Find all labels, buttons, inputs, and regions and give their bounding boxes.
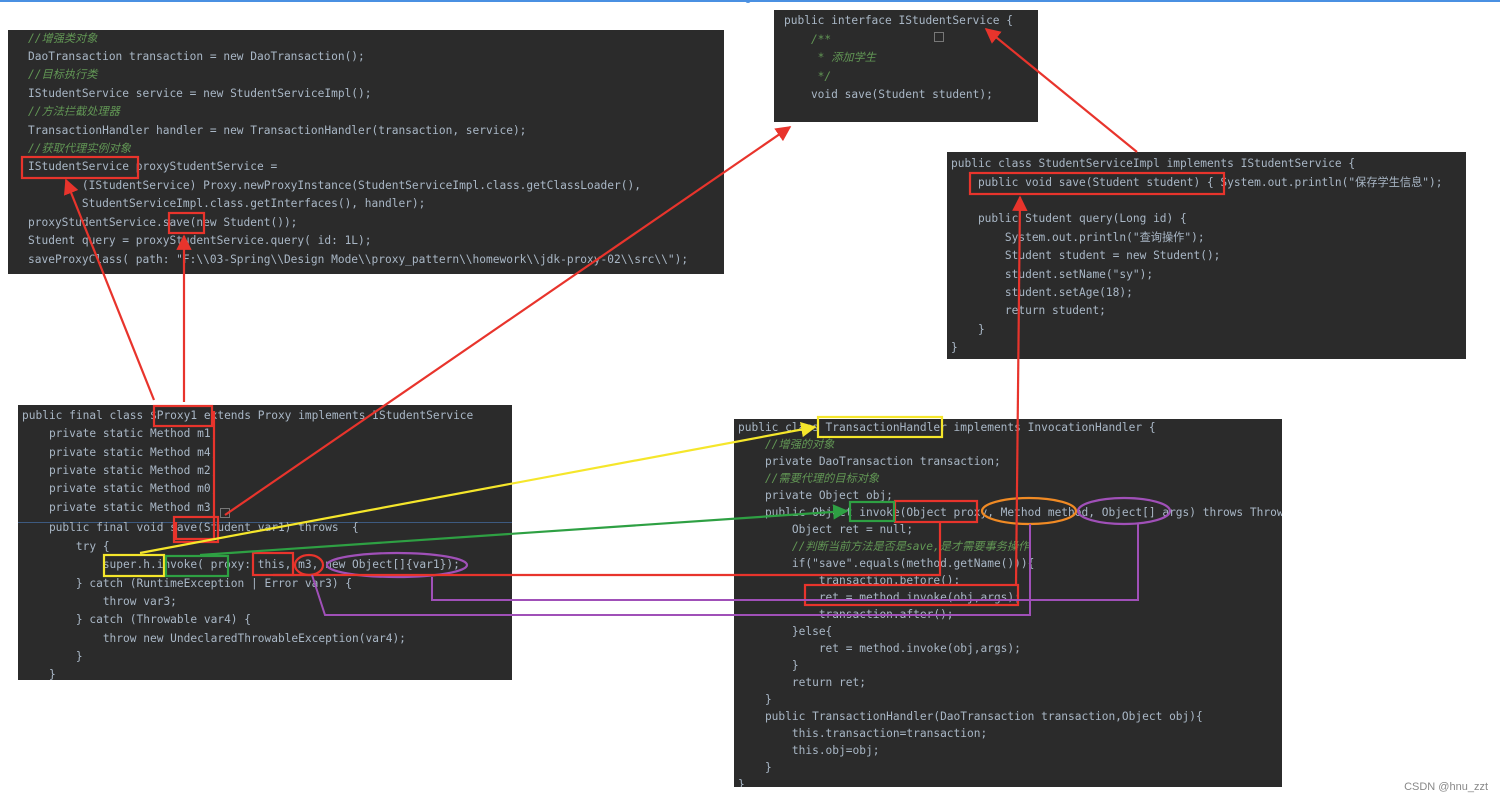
highlight-box <box>167 211 206 235</box>
highlight-box <box>164 554 230 578</box>
highlight-oval <box>1076 496 1172 526</box>
arrow <box>984 28 1138 153</box>
highlight-box <box>968 171 1226 196</box>
highlight-box <box>152 404 214 428</box>
highlight-box <box>816 415 944 439</box>
footer-watermark: CSDN @hnu_zzt <box>1404 781 1488 793</box>
arrow <box>63 178 156 401</box>
connector-line <box>273 522 942 577</box>
arrow <box>199 504 849 557</box>
arrow <box>224 126 792 516</box>
connector-line <box>311 524 1031 616</box>
connector-line <box>431 524 1139 601</box>
arrow <box>1012 195 1028 586</box>
highlight-oval <box>325 551 469 579</box>
highlight-box <box>803 583 1020 607</box>
highlight-oval <box>293 553 325 577</box>
highlight-oval <box>980 496 1078 526</box>
highlight-box <box>102 553 166 578</box>
highlight-box <box>20 155 140 180</box>
annotation-overlay <box>20 28 1226 616</box>
connector-line <box>174 411 216 541</box>
highlight-box <box>848 500 896 523</box>
arrow <box>139 421 817 555</box>
highlight-box <box>893 499 979 524</box>
highlight-box <box>251 551 295 577</box>
